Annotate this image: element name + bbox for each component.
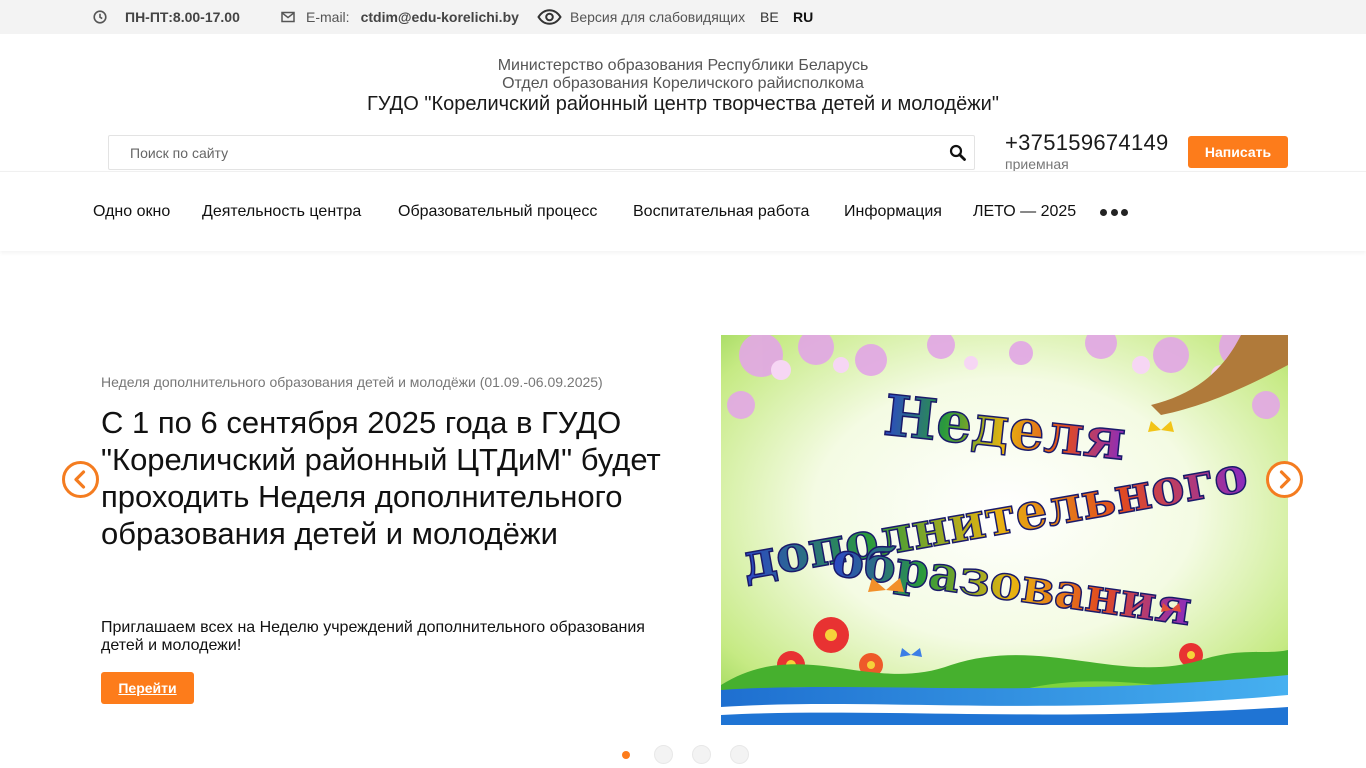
chevron-left-icon [74, 470, 86, 489]
slide-category[interactable]: Неделя дополнительного образования детей… [101, 374, 603, 390]
ministry-line: Министерство образования Республики Бела… [497, 57, 869, 74]
site-title[interactable]: ГУДО "Кореличский районный центр творчес… [0, 93, 1366, 116]
slide-illustration: Неделя дополнительного образования [721, 335, 1288, 725]
email-link[interactable]: ctdim@edu-korelichi.by [361, 9, 519, 25]
search-icon[interactable] [948, 143, 968, 163]
write-button[interactable]: Написать [1188, 136, 1288, 168]
lang-be[interactable]: BE [760, 0, 779, 34]
main-nav: Одно окно Деятельность центра Образовате… [0, 171, 1366, 251]
working-hours-text: ПН-ПТ:8.00-17.00 [125, 9, 240, 25]
department-line: Отдел образования Кореличского райисполк… [502, 75, 864, 92]
slide-title: С 1 по 6 сентября 2025 года в ГУДО "Коре… [101, 405, 661, 551]
chevron-right-icon [1279, 470, 1291, 489]
nav-item-upbringing[interactable]: Воспитательная работа [633, 172, 809, 252]
accessibility-label: Версия для слабовидящих [570, 9, 746, 25]
accessibility-version-link[interactable]: Версия для слабовидящих [537, 0, 745, 34]
nav-item-information[interactable]: Информация [844, 172, 942, 252]
email-block: E-mail: ctdim@edu-korelichi.by [281, 0, 519, 34]
eye-icon [537, 9, 562, 25]
slide-text: Приглашаем всех на Неделю учреждений доп… [101, 619, 645, 654]
email-label: E-mail: [306, 9, 350, 25]
mail-icon [281, 11, 295, 23]
slider-prev-button[interactable] [62, 461, 99, 498]
slider-dot-4[interactable] [730, 745, 749, 764]
phone-number[interactable]: +375159674149 [1005, 130, 1169, 156]
slider-dot-1[interactable] [616, 745, 635, 764]
slider-dot-3[interactable] [692, 745, 711, 764]
lang-ru[interactable]: RU [793, 0, 813, 34]
nav-item-one-window[interactable]: Одно окно [93, 172, 170, 252]
search-input[interactable] [109, 136, 929, 169]
slide-go-button[interactable]: Перейти [101, 672, 194, 704]
slider-next-button[interactable] [1266, 461, 1303, 498]
slider-dot-2[interactable] [654, 745, 673, 764]
more-menu-icon[interactable] [1100, 207, 1128, 217]
nav-item-summer[interactable]: ЛЕТО — 2025 [973, 172, 1076, 252]
slide-image[interactable]: Неделя дополнительного образования [721, 335, 1288, 725]
nav-item-education-process[interactable]: Образовательный процесс [398, 172, 597, 252]
top-bar: ПН-ПТ:8.00-17.00 E-mail: ctdim@edu-korel… [0, 0, 1366, 34]
search-box [108, 135, 975, 170]
slider-pagination [0, 745, 1366, 765]
nav-item-center-activity[interactable]: Деятельность центра [202, 172, 361, 252]
clock-icon [93, 10, 107, 24]
phone-caption: приемная [1005, 156, 1069, 172]
working-hours: ПН-ПТ:8.00-17.00 [93, 0, 240, 34]
